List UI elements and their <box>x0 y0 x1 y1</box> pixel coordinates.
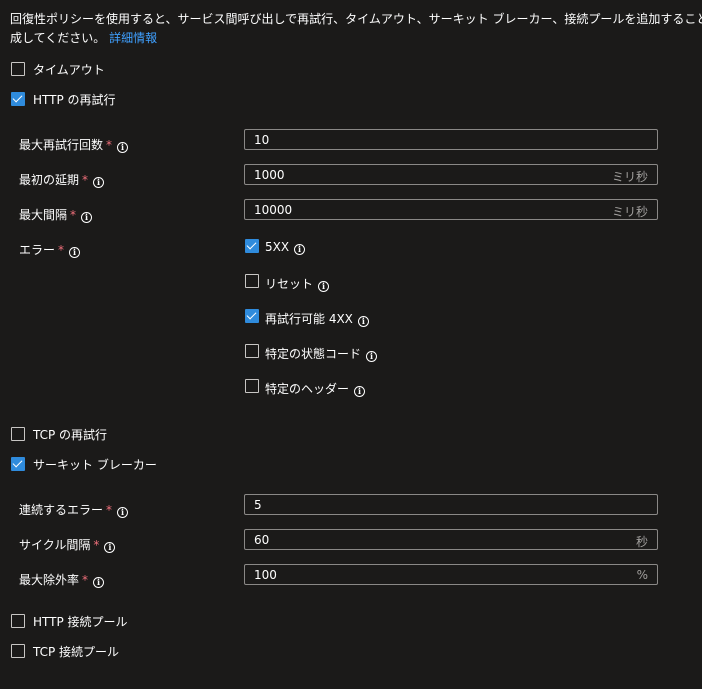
max-interval-value: 10000 <box>254 203 293 217</box>
required-mark: * <box>82 573 89 587</box>
max-interval-unit: ミリ秒 <box>611 205 648 219</box>
max-ejection-label: 最大除外率 * i <box>19 571 105 588</box>
consecutive-errors-label: 連続するエラー * i <box>19 501 129 518</box>
error-reset-label: リセット i <box>265 275 330 292</box>
info-icon[interactable]: i <box>318 281 330 292</box>
initial-delay-value: 1000 <box>254 168 285 182</box>
circuit-breaker-checkbox[interactable] <box>11 457 25 471</box>
http-pool-checkbox[interactable] <box>11 614 25 628</box>
error-status-code-label: 特定の状態コード i <box>265 345 378 362</box>
timeout-checkbox[interactable] <box>11 62 25 76</box>
learn-more-link[interactable]: 詳細情報 <box>109 31 157 45</box>
required-mark: * <box>82 173 89 187</box>
description-line-2: 成してください。 詳細情報 <box>10 31 158 45</box>
tcp-pool-checkbox[interactable] <box>11 644 25 658</box>
description-line-1: 回復性ポリシーを使用すると、サービス間呼び出しで再試行、タイムアウト、サーキット… <box>10 12 702 26</box>
http-retry-checkbox[interactable] <box>11 92 25 106</box>
info-icon[interactable]: i <box>357 316 369 327</box>
max-interval-label: 最大間隔 * i <box>19 206 93 223</box>
tcp-pool-label: TCP 接続プール <box>33 645 120 659</box>
max-ejection-unit: % <box>636 568 648 582</box>
info-icon[interactable]: i <box>366 351 378 362</box>
info-icon[interactable]: i <box>354 386 366 397</box>
consecutive-errors-input[interactable]: 5 <box>244 494 658 515</box>
max-retries-input[interactable]: 10 <box>244 129 658 150</box>
cycle-interval-label: サイクル間隔 * i <box>19 536 116 553</box>
cycle-interval-unit: 秒 <box>635 535 648 549</box>
info-icon[interactable]: i <box>117 507 129 518</box>
circuit-breaker-label: サーキット ブレーカー <box>33 458 157 472</box>
error-header-label: 特定のヘッダー i <box>265 380 366 397</box>
required-mark: * <box>93 538 100 552</box>
errors-label: エラー * i <box>19 241 81 258</box>
info-icon[interactable]: i <box>81 212 93 223</box>
max-retries-value: 10 <box>254 133 270 147</box>
info-icon[interactable]: i <box>93 177 105 188</box>
info-icon[interactable]: i <box>93 577 105 588</box>
description: 回復性ポリシーを使用すると、サービス間呼び出しで再試行、タイムアウト、サーキット… <box>10 10 702 48</box>
http-retry-label: HTTP の再試行 <box>33 93 116 107</box>
error-5xx-label: 5XX i <box>265 240 306 255</box>
required-mark: * <box>70 208 77 222</box>
consecutive-errors-value: 5 <box>254 498 262 512</box>
error-reset-checkbox[interactable] <box>245 274 259 288</box>
error-status-code-checkbox[interactable] <box>245 344 259 358</box>
max-interval-input[interactable]: 10000 ミリ秒 <box>244 199 658 220</box>
required-mark: * <box>58 243 65 257</box>
initial-delay-label: 最初の延期 * i <box>19 171 105 188</box>
max-ejection-value: 100 <box>254 568 277 582</box>
timeout-label: タイムアウト <box>33 63 105 77</box>
error-header-checkbox[interactable] <box>245 379 259 393</box>
error-retriable-4xx-label: 再試行可能 4XX i <box>265 310 369 327</box>
info-icon[interactable]: i <box>294 244 306 255</box>
initial-delay-unit: ミリ秒 <box>611 170 648 184</box>
max-ejection-input[interactable]: 100% <box>244 564 658 585</box>
required-mark: * <box>106 138 113 152</box>
info-icon[interactable]: i <box>104 542 116 553</box>
max-retries-label: 最大再試行回数 * i <box>19 136 129 153</box>
cycle-interval-value: 60 <box>254 533 270 547</box>
info-icon[interactable]: i <box>117 142 129 153</box>
initial-delay-input[interactable]: 1000 ミリ秒 <box>244 164 658 185</box>
info-icon[interactable]: i <box>69 247 81 258</box>
error-retriable-4xx-checkbox[interactable] <box>245 309 259 323</box>
http-pool-label: HTTP 接続プール <box>33 615 128 629</box>
tcp-retry-label: TCP の再試行 <box>33 428 108 442</box>
required-mark: * <box>106 503 113 517</box>
error-5xx-checkbox[interactable] <box>245 239 259 253</box>
tcp-retry-checkbox[interactable] <box>11 427 25 441</box>
cycle-interval-input[interactable]: 60 秒 <box>244 529 658 550</box>
